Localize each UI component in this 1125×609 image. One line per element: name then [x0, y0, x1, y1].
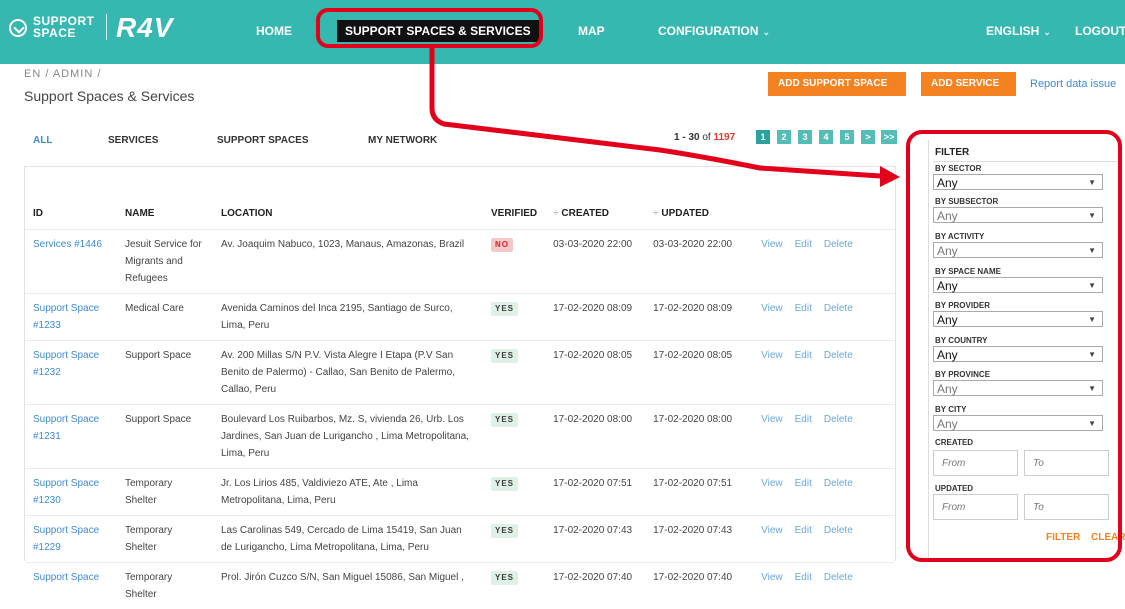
row-created: 17-02-2020 07:40 [545, 563, 645, 609]
edit-link[interactable]: Edit [795, 572, 812, 583]
row-name: Temporary Shelter [117, 563, 213, 609]
row-location: Prol. Jirón Cuzco S/N, San Miguel 15086,… [213, 563, 483, 609]
row-id-link[interactable]: Support Space [25, 563, 117, 609]
row-verified: YES [483, 563, 545, 609]
row-updated: 17-02-2020 07:40 [645, 563, 753, 609]
table-row: Support Space Temporary Shelter Prol. Ji… [25, 563, 895, 609]
callout-arrow [0, 0, 1125, 560]
row-actions: View Edit Delete [753, 563, 895, 609]
delete-link[interactable]: Delete [824, 572, 853, 583]
view-link[interactable]: View [761, 572, 783, 583]
verified-badge: YES [491, 571, 518, 585]
